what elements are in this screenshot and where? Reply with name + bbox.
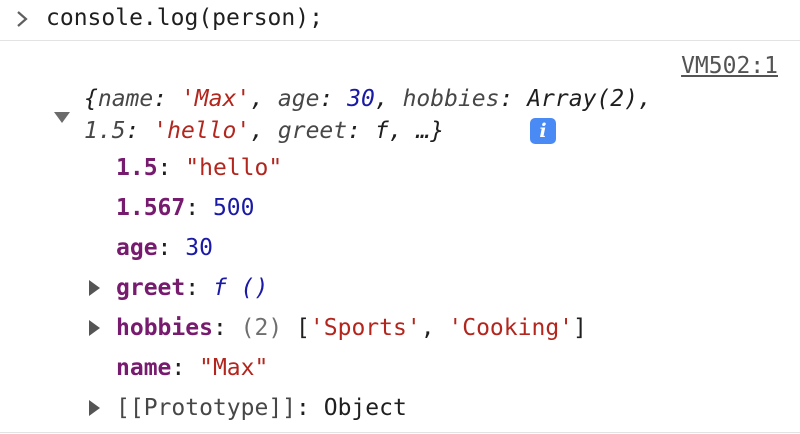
object-summary-line-2[interactable]: 1.5: 'hello', greet: f, …} [84, 116, 444, 146]
summary-age-key: age [277, 86, 320, 112]
property-key: [[Prototype]] [116, 395, 297, 421]
array-length: (2) [240, 315, 283, 341]
property-key: 1.567 [116, 195, 186, 221]
property-value: Object [323, 395, 407, 421]
source-link[interactable]: VM502:1 [681, 51, 778, 81]
summary-ellipsis: …} [416, 118, 445, 144]
object-summary-line-1[interactable]: {name: 'Max', age: 30, hobbies: Array(2)… [84, 84, 652, 114]
array-open-bracket: [ [296, 315, 310, 341]
summary-name-key: name [97, 86, 154, 112]
property-value: "Max" [199, 355, 269, 381]
property-key: greet [116, 275, 186, 301]
triangle-down-icon[interactable] [54, 112, 70, 123]
property-row-name: name: "Max" [116, 355, 269, 381]
triangle-right-icon[interactable] [89, 320, 100, 336]
info-icon[interactable]: i [530, 118, 556, 144]
property-key: 1.5 [116, 155, 158, 181]
summary-1-5-value: 'hello' [153, 118, 251, 144]
summary-hobbies-value: Array(2) [527, 86, 638, 112]
property-row-1-5: 1.5: "hello" [116, 155, 283, 181]
summary-name-value: 'Max' [180, 86, 251, 112]
triangle-right-icon[interactable] [89, 280, 100, 296]
chevron-right-icon [17, 11, 28, 27]
property-value: "hello" [185, 155, 283, 181]
triangle-right-icon[interactable] [89, 400, 100, 416]
divider [0, 432, 800, 433]
array-close-bracket: ] [573, 315, 587, 341]
property-value: 30 [185, 235, 213, 261]
property-row-1-567: 1.567: 500 [116, 195, 255, 221]
property-key: name [116, 355, 172, 381]
property-value: 500 [212, 195, 255, 221]
property-row-prototype[interactable]: [[Prototype]]: Object [116, 393, 407, 423]
property-row-greet[interactable]: greet: f () [116, 273, 268, 303]
summary-hobbies-key: hobbies [402, 86, 500, 112]
property-value: f () [212, 275, 269, 301]
property-key: age [116, 235, 158, 261]
summary-open-brace: { [84, 86, 98, 112]
array-item: 'Cooking' [448, 315, 574, 341]
property-row-hobbies[interactable]: hobbies: (2) ['Sports', 'Cooking'] [116, 313, 587, 343]
summary-1-5-key: 1.5 [84, 118, 126, 144]
console-input-text: console.log(person); [46, 5, 323, 31]
summary-greet-value: f [374, 118, 389, 144]
property-row-age: age: 30 [116, 235, 213, 261]
console-input-row[interactable]: console.log(person); [0, 0, 800, 41]
summary-greet-key: greet [277, 118, 348, 144]
summary-age-value: 30 [347, 86, 375, 112]
array-item: 'Sports' [309, 315, 421, 341]
property-key: hobbies [116, 315, 213, 341]
